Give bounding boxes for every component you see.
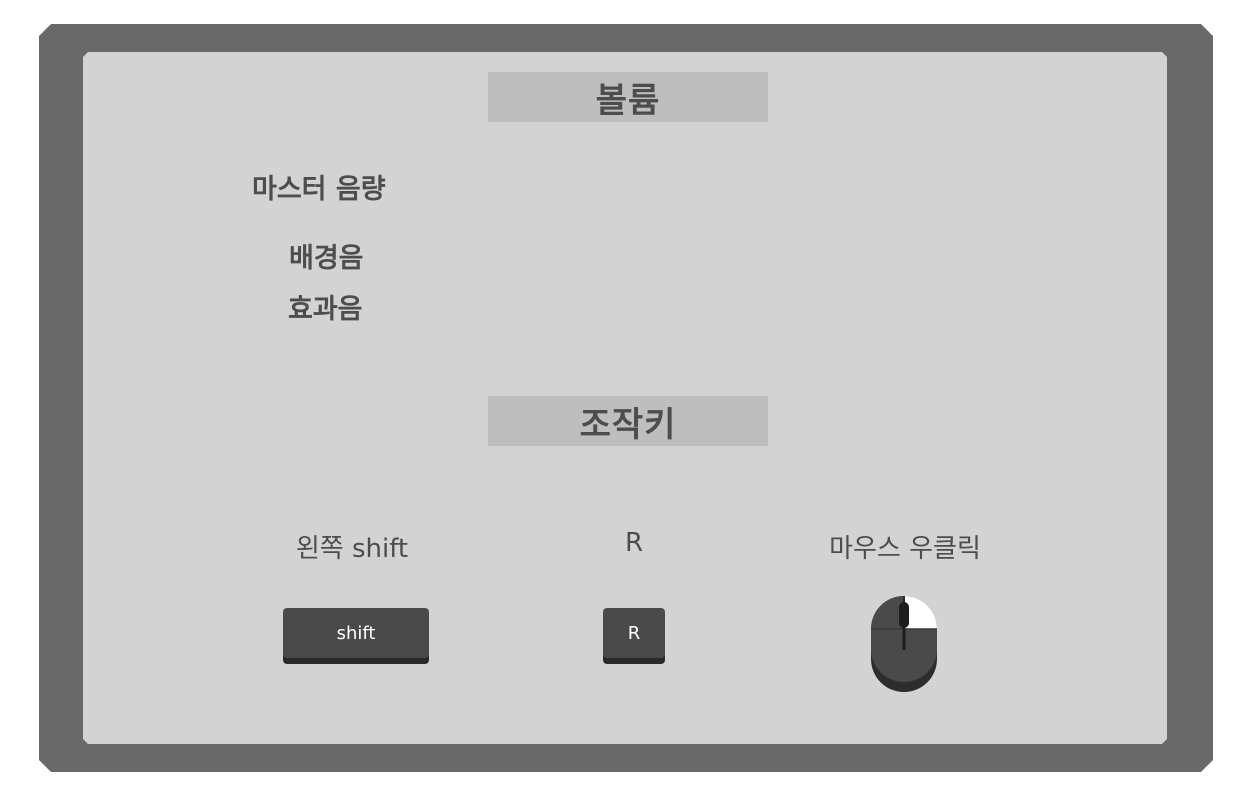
shift-key-button[interactable]: shift	[283, 608, 429, 658]
r-key-text: R	[627, 622, 641, 644]
mouse-right-click-label: 마우스 우클릭	[829, 534, 981, 564]
dash-key-label: 왼쪽 shift	[295, 534, 409, 564]
master-volume-label: 마스터 음량	[252, 174, 386, 205]
sfx-volume-label: 효과음	[288, 294, 363, 325]
bgm-volume-label: 배경음	[289, 243, 364, 274]
r-key-button[interactable]: R	[603, 608, 665, 658]
reload-key-label: R	[624, 528, 644, 558]
volume-section-header: 볼륨	[488, 72, 768, 122]
controls-section-header: 조작키	[488, 396, 768, 446]
mouse-right-click-icon	[871, 596, 937, 692]
shift-key-text: shift	[336, 622, 376, 644]
